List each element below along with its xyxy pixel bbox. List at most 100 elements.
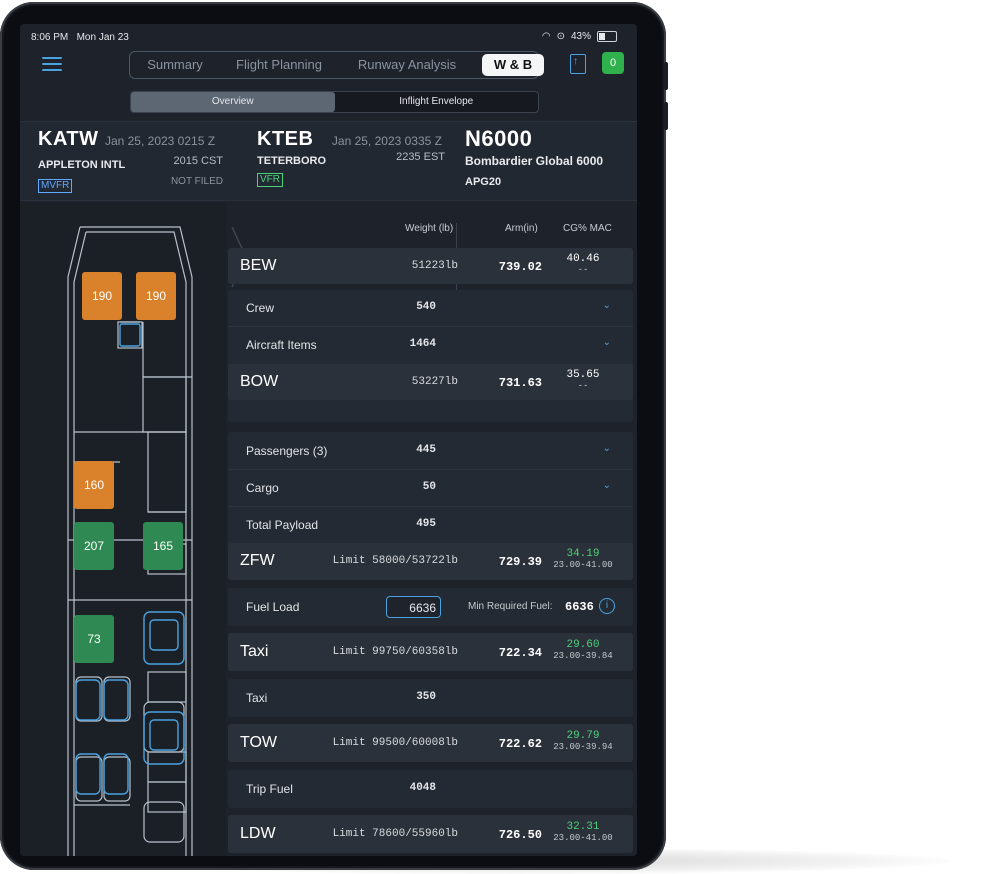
table-header: Weight (lb) Arm(in) CG% MAC bbox=[228, 219, 633, 239]
taxi-fuel-label: Taxi bbox=[246, 691, 268, 705]
min-fuel-label: Min Required Fuel: bbox=[468, 601, 553, 612]
tow-cg-range: 23.00-39.94 bbox=[553, 742, 613, 752]
seat-passenger[interactable]: 165 bbox=[143, 522, 183, 570]
passengers-label: Passengers (3) bbox=[246, 444, 328, 458]
export-document-icon[interactable] bbox=[570, 54, 586, 74]
row-bow: BOW 53227lb 731.63 35.65 -- bbox=[228, 364, 633, 400]
seat-passenger[interactable]: 73 bbox=[74, 615, 114, 663]
bow-cg-value: 35.65 bbox=[566, 369, 600, 381]
row-cargo[interactable]: Cargo 50 ⌄ bbox=[228, 470, 633, 506]
main-tabs: Summary Flight Planning Runway Analysis … bbox=[129, 51, 544, 79]
total-payload-label: Total Payload bbox=[246, 518, 319, 532]
zfw-cg-value: 34.19 bbox=[566, 548, 600, 560]
side-button bbox=[664, 102, 668, 130]
lock-rotation-icon: ⊙ bbox=[556, 31, 565, 42]
tab-summary[interactable]: Summary bbox=[130, 52, 220, 78]
taxi-arm: 722.34 bbox=[498, 646, 542, 660]
menu-icon[interactable] bbox=[42, 57, 62, 71]
zfw-arm: 729.39 bbox=[498, 555, 542, 569]
taxi-cg-range: 23.00-39.84 bbox=[553, 651, 613, 661]
bew-cg: 40.46 -- bbox=[553, 253, 613, 275]
tab-runway-analysis[interactable]: Runway Analysis bbox=[338, 52, 476, 78]
ldw-cg-range: 23.00-41.00 bbox=[553, 833, 613, 843]
taxi-fuel-value: 350 bbox=[416, 691, 436, 703]
origin-datetime: Jan 25, 2023 0215 Z bbox=[104, 134, 216, 148]
chevron-down-icon[interactable]: ⌄ bbox=[603, 443, 611, 454]
aircraft-items-value: 1464 bbox=[409, 338, 436, 350]
row-trip-fuel: Trip Fuel 4048 bbox=[228, 770, 633, 808]
sub-tabs: Overview Inflight Envelope bbox=[130, 91, 539, 113]
row-zfw: ZFW Limit 58000/53722lb 729.39 34.19 23.… bbox=[228, 543, 633, 580]
info-icon[interactable]: i bbox=[599, 598, 615, 614]
seat-pilot[interactable]: 190 bbox=[82, 272, 122, 320]
col-weight: Weight (lb) bbox=[405, 223, 454, 234]
col-arm: Arm(in) bbox=[505, 223, 538, 234]
bew-arm: 739.02 bbox=[498, 260, 542, 274]
chevron-down-icon[interactable]: ⌄ bbox=[603, 300, 611, 311]
tab-flight-planning[interactable]: Flight Planning bbox=[220, 52, 338, 78]
destination-datetime: Jan 25, 2023 0335 Z bbox=[331, 134, 442, 148]
bew-weight: 51223lb bbox=[411, 260, 458, 272]
cabin-outline-icon bbox=[67, 226, 193, 856]
row-crew[interactable]: Crew 540 ⌄ bbox=[228, 290, 633, 326]
fuel-load-label: Fuel Load bbox=[246, 600, 300, 614]
bow-cg: 35.65 -- bbox=[553, 369, 613, 391]
row-passengers[interactable]: Passengers (3) 445 ⌄ bbox=[228, 433, 633, 469]
taxi-limit: Limit 99750/60358lb bbox=[332, 646, 458, 658]
row-taxi-weight: Taxi Limit 99750/60358lb 722.34 29.60 23… bbox=[228, 633, 633, 671]
tablet-device: 8:06 PM Mon Jan 23 ◠ ⊙ 43% Summary Fligh… bbox=[0, 2, 668, 870]
ldw-limit: Limit 78600/55960lb bbox=[332, 828, 458, 840]
cargo-value: 50 bbox=[422, 481, 436, 493]
zfw-label: ZFW bbox=[240, 552, 275, 569]
trip-fuel-value: 4048 bbox=[409, 782, 436, 794]
min-fuel-value: 6636 bbox=[565, 600, 594, 614]
tow-arm: 722.62 bbox=[498, 737, 542, 751]
crew-label: Crew bbox=[246, 301, 275, 315]
row-total-payload: Total Payload 495 bbox=[228, 507, 633, 543]
taxi-cg: 29.60 23.00-39.84 bbox=[553, 639, 613, 661]
aircraft-tail: N6000 bbox=[465, 126, 533, 151]
status-bar: 8:06 PM Mon Jan 23 ◠ ⊙ 43% bbox=[20, 24, 637, 48]
tab-inflight-envelope[interactable]: Inflight Envelope bbox=[335, 92, 539, 112]
ldw-cg-value: 32.31 bbox=[566, 821, 600, 833]
battery-icon bbox=[597, 31, 617, 42]
seat-copilot[interactable]: 190 bbox=[136, 272, 176, 320]
aircraft-info: N6000 Bombardier Global 6000 APG20 bbox=[465, 126, 635, 188]
tab-weight-balance[interactable]: W & B bbox=[482, 54, 544, 76]
origin-name: APPLETON INTL bbox=[38, 159, 126, 171]
passengers-value: 445 bbox=[416, 444, 436, 456]
destination-code: KTEB bbox=[257, 128, 314, 150]
payload-group: Passengers (3) 445 ⌄ Cargo 50 ⌄ Total Pa… bbox=[228, 432, 633, 580]
ldw-arm: 726.50 bbox=[498, 828, 542, 842]
chevron-down-icon[interactable]: ⌄ bbox=[603, 480, 611, 491]
aircraft-config: APG20 bbox=[465, 176, 502, 188]
ldw-cg: 32.31 23.00-41.00 bbox=[553, 821, 613, 843]
seat-passenger[interactable]: 207 bbox=[74, 522, 114, 570]
tow-label: TOW bbox=[240, 734, 278, 751]
aircraft-model: Bombardier Global 6000 bbox=[465, 154, 604, 168]
bow-weight: 53227lb bbox=[411, 376, 458, 388]
zfw-cg-range: 23.00-41.00 bbox=[553, 560, 613, 570]
origin-flight-rules: MVFR bbox=[38, 179, 73, 193]
row-aircraft-items[interactable]: Aircraft Items 1464 ⌄ bbox=[228, 327, 633, 363]
status-badge[interactable]: 0 bbox=[602, 52, 624, 74]
zfw-limit: Limit 58000/53722lb bbox=[332, 555, 458, 567]
taxi-fuel-row: Taxi 350 bbox=[228, 680, 633, 716]
row-tow: TOW Limit 99500/60008lb 722.62 29.79 23.… bbox=[228, 724, 633, 762]
origin-airport: KATW Jan 25, 2023 0215 Z APPLETON INTL 2… bbox=[38, 128, 223, 193]
tow-limit: Limit 99500/60008lb bbox=[332, 737, 458, 749]
col-cg: CG% MAC bbox=[563, 223, 612, 234]
destination-name: TETERBORO bbox=[257, 155, 327, 167]
fuel-load-input[interactable]: 6636 bbox=[386, 596, 441, 618]
tab-overview[interactable]: Overview bbox=[131, 92, 335, 112]
battery-percent: 43% bbox=[570, 31, 591, 42]
filed-status: NOT FILED bbox=[170, 176, 223, 187]
ldw-label: LDW bbox=[240, 825, 276, 842]
seat-jumpseat[interactable]: 160 bbox=[74, 461, 114, 509]
row-ldw: LDW Limit 78600/55960lb 726.50 32.31 23.… bbox=[228, 815, 633, 853]
bow-label: BOW bbox=[240, 373, 279, 390]
row-fuel-load: Fuel Load 6636 Min Required Fuel: 6636 i bbox=[228, 588, 633, 626]
tow-cg-value: 29.79 bbox=[566, 730, 600, 742]
chevron-down-icon[interactable]: ⌄ bbox=[603, 337, 611, 348]
app-screen: 8:06 PM Mon Jan 23 ◠ ⊙ 43% Summary Fligh… bbox=[20, 24, 637, 856]
